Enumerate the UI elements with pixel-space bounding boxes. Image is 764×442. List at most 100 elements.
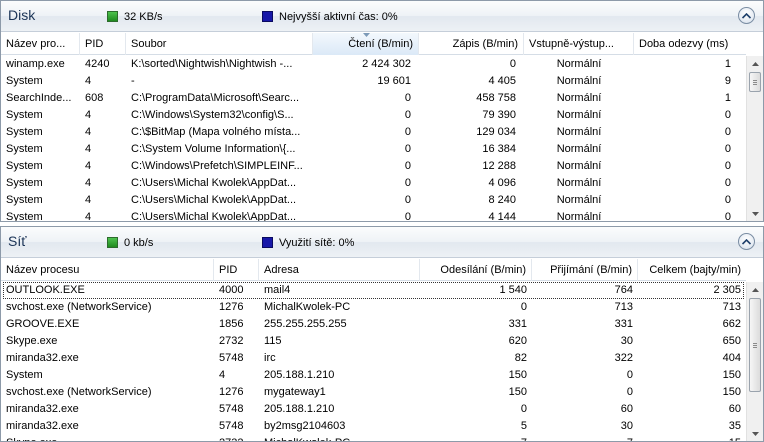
network-process-cell-send: 331 bbox=[508, 318, 527, 330]
network-col-receive[interactable]: Přijímání (B/min) bbox=[532, 259, 638, 281]
network-process-row[interactable]: System 4 205.188.1.210 150 0 150 bbox=[1, 367, 746, 384]
network-process-cell-send: 620 bbox=[508, 335, 527, 347]
disk-column-header: Název pro... PID Soubor Čtení (B/min) Zá… bbox=[1, 33, 746, 55]
disk-process-cell-pid: 4 bbox=[85, 177, 92, 189]
disk-process-cell-response: 0 bbox=[724, 160, 731, 172]
network-process-row[interactable]: OUTLOOK.EXE 4000 mail4 1 540 764 2 305 bbox=[1, 282, 746, 299]
disk-process-cell-response: 0 bbox=[724, 143, 731, 155]
network-process-row[interactable]: GROOVE.EXE 1856 255.255.255.255 331 331 662 bbox=[1, 316, 746, 333]
chevron-up-icon bbox=[742, 238, 751, 245]
network-scroll-thumb[interactable] bbox=[749, 298, 761, 392]
disk-process-cell-file: C:\Users\Michal Kwolek\AppDat... bbox=[131, 177, 297, 189]
network-process-row[interactable]: Skype.exe 2732 115 620 30 650 bbox=[1, 333, 746, 350]
disk-process-cell-file: K:\sorted\Nightwish\Nightwish -... bbox=[131, 58, 293, 70]
disk-process-row[interactable]: System 4 C:\Users\Michal Kwolek\AppDat... 0… bbox=[1, 192, 746, 209]
disk-col-pid[interactable]: PID bbox=[80, 33, 126, 55]
disk-collapse-button[interactable] bbox=[738, 7, 755, 24]
disk-process-cell-response: 9 bbox=[724, 75, 731, 87]
disk-col-response[interactable]: Doba odezvy (ms) bbox=[634, 33, 746, 55]
disk-process-cell-name: System bbox=[6, 126, 43, 138]
network-process-row[interactable]: miranda32.exe 5748 by2msg2104603 5 30 35 bbox=[1, 418, 746, 435]
disk-process-row[interactable]: System 4 C:\$BitMap (Mapa volného místa...… bbox=[1, 124, 746, 141]
disk-process-cell-name: SearchInde... bbox=[6, 92, 72, 104]
network-panel-header[interactable]: Síť 0 kb/s Využití sítě: 0% bbox=[1, 227, 763, 258]
disk-process-cell-priority: Normální bbox=[556, 126, 602, 138]
disk-process-cell-pid: 4 bbox=[85, 75, 92, 87]
network-process-cell-address: irc bbox=[264, 352, 276, 364]
network-process-cell-pid: 4 bbox=[219, 369, 226, 381]
disk-io-rate-value: 32 KB/s bbox=[124, 10, 163, 23]
network-col-pid[interactable]: PID bbox=[214, 259, 259, 281]
disk-col-name[interactable]: Název pro... bbox=[1, 33, 80, 55]
network-panel: Síť 0 kb/s Využití sítě: 0% Název proces… bbox=[0, 226, 764, 442]
network-process-cell-pid: 2732 bbox=[214, 435, 259, 441]
network-process-row[interactable]: svchost.exe (NetworkService) 1276 mygatewa… bbox=[1, 384, 746, 401]
disk-process-cell-write: 12 288 bbox=[482, 160, 516, 172]
disk-process-cell-priority: Normální bbox=[556, 194, 602, 206]
network-process-cell-total: 404 bbox=[722, 352, 741, 364]
disk-process-row[interactable]: System 4 - 19 601 4 405 Normální 9 bbox=[1, 73, 746, 90]
disk-process-cell-read: 0 bbox=[404, 211, 411, 222]
disk-process-cell-pid: 4 bbox=[85, 143, 92, 155]
network-collapse-button[interactable] bbox=[738, 233, 755, 250]
disk-process-cell-response: 0 bbox=[724, 126, 731, 138]
disk-process-cell-write: 79 390 bbox=[482, 109, 516, 121]
network-process-row[interactable]: svchost.exe (NetworkService) 1276 MichalKw… bbox=[1, 299, 746, 316]
network-process-cell-name: System bbox=[6, 369, 43, 381]
network-process-cell-send: 150 bbox=[508, 369, 527, 381]
network-col-address[interactable]: Adresa bbox=[259, 259, 420, 281]
network-process-cell-total: 650 bbox=[722, 335, 741, 347]
network-process-cell-send: 82 bbox=[514, 352, 527, 364]
network-process-row[interactable]: miranda32.exe 5748 205.188.1.210 0 60 60 bbox=[1, 401, 746, 418]
network-process-cell-name: svchost.exe (NetworkService) bbox=[6, 301, 152, 313]
disk-scroll-thumb[interactable] bbox=[749, 72, 761, 92]
network-col-send[interactable]: Odesílání (B/min) bbox=[420, 259, 532, 281]
disk-process-cell-response: 0 bbox=[724, 109, 731, 121]
disk-process-cell-read: 0 bbox=[404, 194, 411, 206]
disk-process-row[interactable]: System 4 C:\Users\Michal Kwolek\AppDat... 0… bbox=[1, 209, 746, 222]
network-process-row[interactable]: miranda32.exe 5748 irc 82 322 404 bbox=[1, 350, 746, 367]
network-col-name[interactable]: Název procesu bbox=[1, 259, 214, 281]
disk-panel-header[interactable]: Disk 32 KB/s Nejvyšší aktivní čas: 0% bbox=[1, 1, 763, 32]
disk-panel-title: Disk bbox=[8, 7, 36, 23]
scroll-up-arrow-icon[interactable] bbox=[747, 282, 763, 298]
chevron-up-icon bbox=[742, 12, 751, 19]
network-process-cell-address: 205.188.1.210 bbox=[264, 403, 335, 415]
disk-process-cell-file: C:\Windows\System32\config\S... bbox=[131, 109, 294, 121]
disk-col-read[interactable]: Čtení (B/min) bbox=[313, 33, 419, 55]
disk-process-cell-priority: Normální bbox=[556, 143, 602, 155]
network-process-cell-total: 150 bbox=[722, 386, 741, 398]
disk-col-priority[interactable]: Vstupně-výstup... bbox=[524, 33, 634, 55]
network-scrollbar[interactable] bbox=[746, 282, 763, 441]
disk-process-row[interactable]: System 4 C:\Windows\Prefetch\SIMPLEINF... 0… bbox=[1, 158, 746, 175]
disk-process-cell-write: 4 096 bbox=[488, 177, 516, 189]
disk-process-row[interactable]: System 4 C:\Windows\System32\config\S... 0 7… bbox=[1, 107, 746, 124]
network-process-row[interactable]: Skype.exe2732MichalKwolek-PC7715 bbox=[1, 435, 746, 441]
disk-process-row[interactable]: System 4 C:\System Volume Information\{...… bbox=[1, 141, 746, 158]
network-process-cell-name: miranda32.exe bbox=[6, 420, 79, 432]
disk-process-row[interactable]: System 4 C:\Users\Michal Kwolek\AppDat... 0… bbox=[1, 175, 746, 192]
disk-process-cell-write: 4 144 bbox=[488, 211, 516, 222]
network-process-cell-receive: 7 bbox=[532, 435, 638, 441]
disk-col-file[interactable]: Soubor bbox=[126, 33, 313, 55]
network-process-cell-name: Skype.exe bbox=[1, 435, 214, 441]
disk-process-list: winamp.exe 4240 K:\sorted\Nightwish\Nightw… bbox=[1, 56, 746, 222]
network-io-rate: 0 kb/s bbox=[107, 236, 153, 249]
scroll-up-arrow-icon[interactable] bbox=[747, 56, 763, 72]
disk-scrollbar[interactable] bbox=[746, 56, 763, 221]
blue-square-icon bbox=[262, 11, 273, 22]
disk-io-rate: 32 KB/s bbox=[107, 10, 163, 23]
scroll-down-arrow-icon[interactable] bbox=[747, 206, 763, 221]
disk-process-row[interactable]: SearchInde... 608 C:\ProgramData\Microsoft… bbox=[1, 90, 746, 107]
disk-process-row[interactable]: winamp.exe 4240 K:\sorted\Nightwish\Nightw… bbox=[1, 56, 746, 73]
disk-process-cell-name: winamp.exe bbox=[6, 58, 65, 70]
disk-process-cell-pid: 608 bbox=[85, 92, 104, 104]
network-process-cell-total: 15 bbox=[638, 435, 746, 441]
disk-process-cell-write: 0 bbox=[509, 58, 516, 70]
network-process-cell-receive: 30 bbox=[620, 335, 633, 347]
scroll-down-arrow-icon[interactable] bbox=[747, 426, 763, 441]
disk-process-cell-priority: Normální bbox=[556, 109, 602, 121]
network-process-cell-pid: 2732 bbox=[219, 335, 244, 347]
network-col-total[interactable]: Celkem (bajty/min) bbox=[638, 259, 746, 281]
disk-col-write[interactable]: Zápis (B/min) bbox=[419, 33, 524, 55]
